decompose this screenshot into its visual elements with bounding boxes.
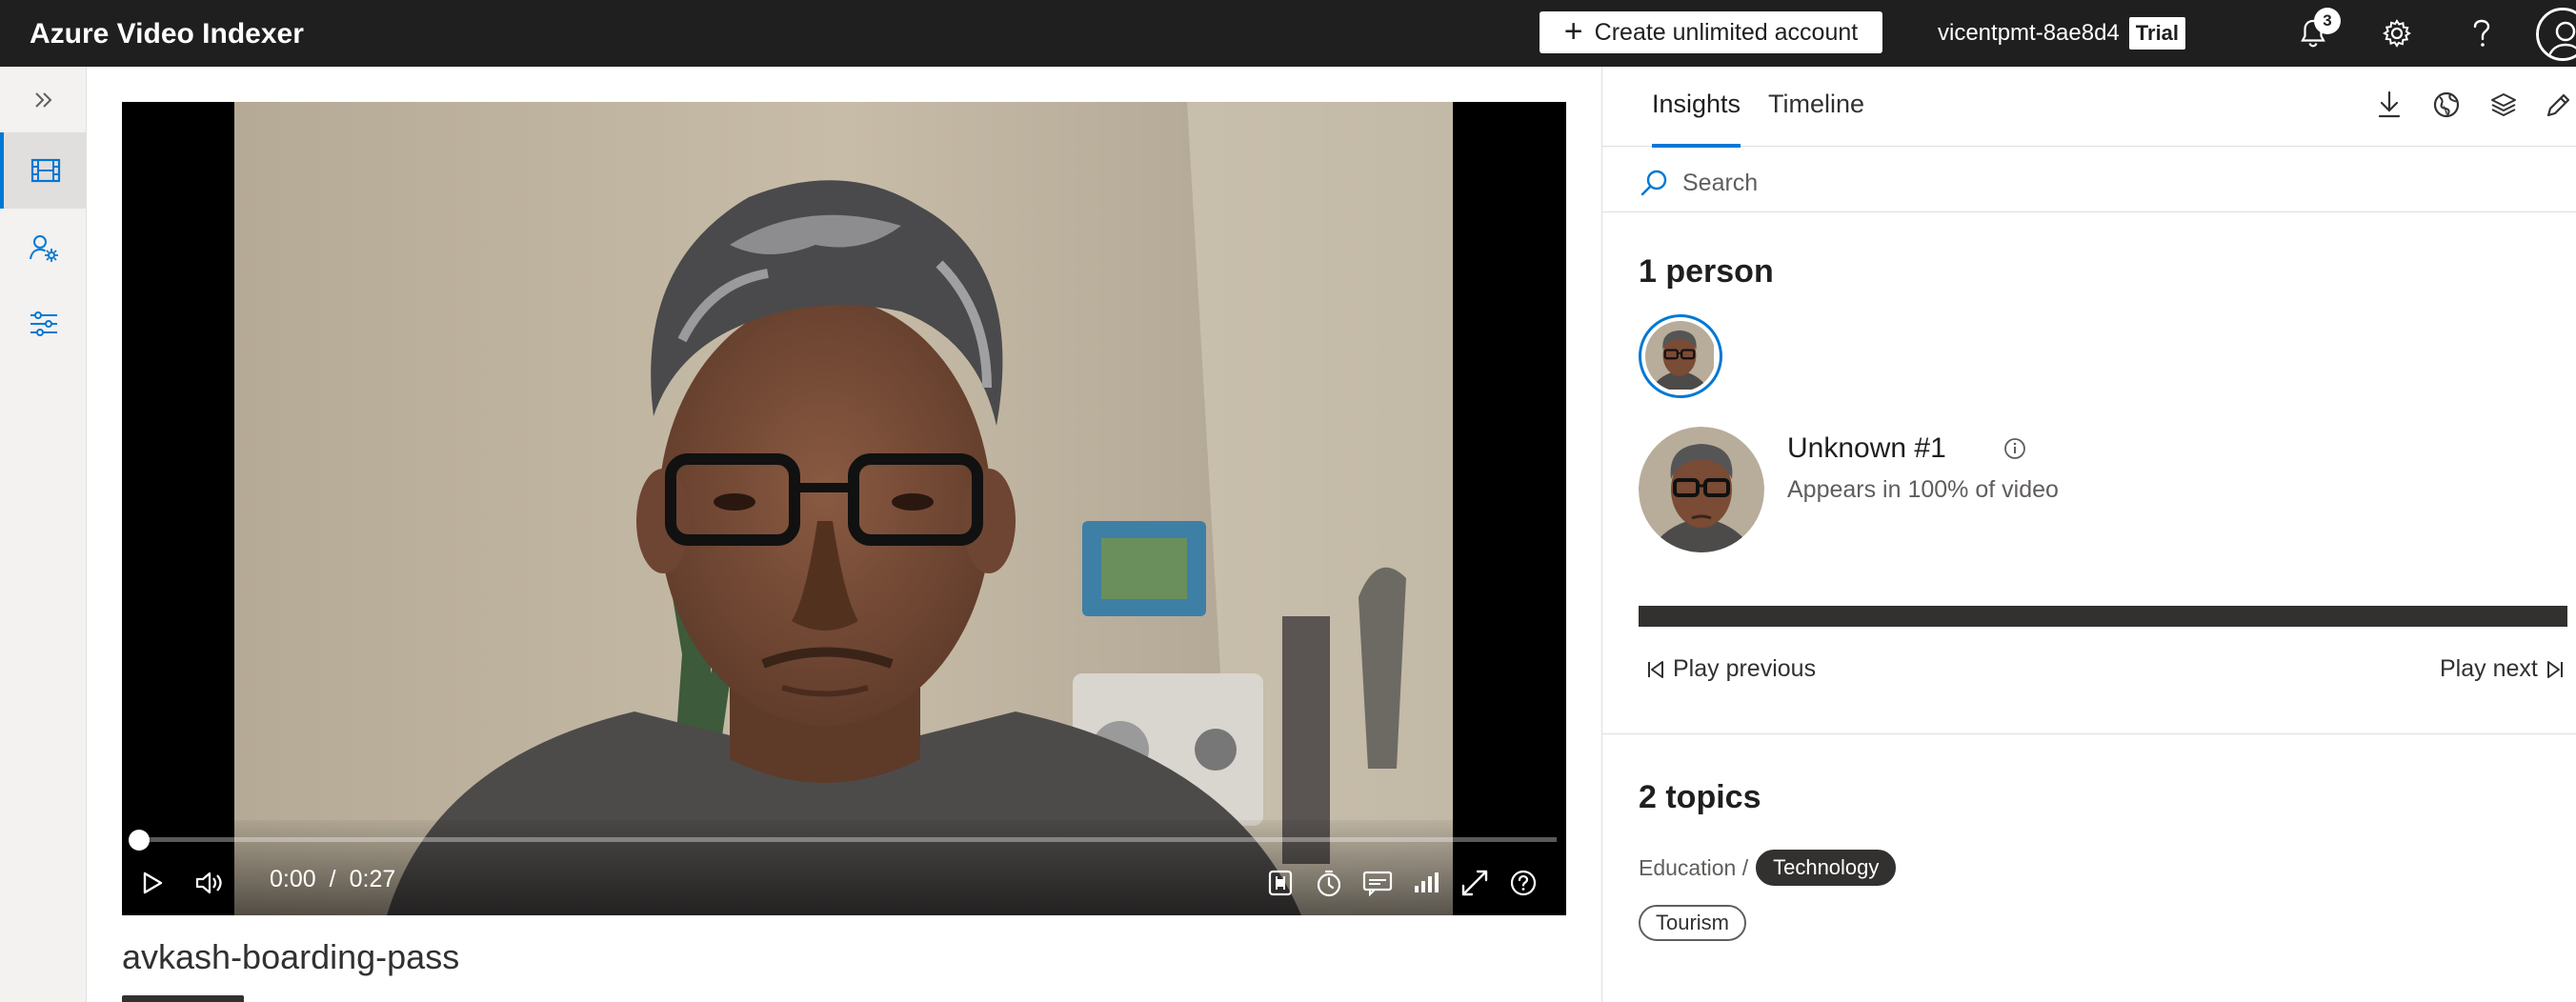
info-icon[interactable]: [2002, 436, 2027, 461]
video-player[interactable]: 0:00 / 0:27: [122, 102, 1566, 915]
person-thumbnail-selected[interactable]: [1639, 314, 1722, 398]
top-bar: Azure Video Indexer + Create unlimited a…: [0, 0, 2576, 67]
play-button[interactable]: [131, 862, 173, 904]
video-frame: [234, 102, 1453, 915]
settings-button[interactable]: [2375, 11, 2419, 55]
person-face-thumbnail[interactable]: [1639, 427, 1764, 552]
expand-nav-button[interactable]: [0, 69, 87, 131]
volume-icon: [194, 870, 225, 896]
edit-icon: [2545, 90, 2573, 119]
appearance-timeline-bar[interactable]: [1639, 606, 2567, 627]
person-appearance: Appears in 100% of video: [1787, 476, 2059, 503]
time-display: 0:00 / 0:27: [270, 866, 395, 893]
search-placeholder: Search: [1682, 169, 1759, 196]
tab-insights[interactable]: Insights: [1652, 90, 1741, 148]
play-next-button[interactable]: Play next: [2440, 655, 2565, 683]
search-icon: [1639, 168, 1669, 198]
download-button[interactable]: [2368, 84, 2410, 126]
tab-timeline[interactable]: Timeline: [1768, 90, 1864, 147]
player-help-button[interactable]: [1502, 862, 1544, 904]
app-title[interactable]: Azure Video Indexer: [30, 0, 304, 67]
fullscreen-icon: [1460, 869, 1489, 897]
play-next-label: Play next: [2440, 655, 2538, 682]
layers-icon: [2489, 91, 2518, 118]
topic-pill-technology[interactable]: Technology: [1756, 850, 1897, 886]
account-info[interactable]: vicentpmt-8ae8d4 Trial: [1938, 0, 2186, 67]
playback-speed-button[interactable]: [1308, 862, 1350, 904]
create-unlimited-account-button[interactable]: + Create unlimited account: [1540, 11, 1882, 53]
language-button[interactable]: [2425, 84, 2467, 126]
fullscreen-button[interactable]: [1454, 862, 1496, 904]
expand-icon: [33, 90, 54, 110]
skip-next-icon: [2546, 659, 2565, 680]
topic-row-2: Tourism: [1639, 905, 1747, 941]
quality-icon: [1413, 872, 1439, 894]
topic-row: Education / Technology: [1639, 850, 1897, 886]
notifications-button[interactable]: 3: [2291, 8, 2341, 55]
profile-avatar[interactable]: [2536, 8, 2576, 61]
timer-icon: [1315, 869, 1343, 897]
sliders-icon: [29, 311, 59, 337]
panel-tabs: Insights Timeline: [1602, 67, 2576, 148]
create-account-label: Create unlimited account: [1594, 18, 1859, 46]
skip-previous-icon: [1646, 659, 1665, 680]
title-tag-bar: [122, 995, 244, 1002]
subtitles-icon: [1362, 870, 1393, 896]
play-previous-label: Play previous: [1673, 655, 1817, 682]
play-icon: [141, 871, 164, 895]
notification-count-badge: 3: [2314, 8, 2341, 34]
sidebar-item-customization[interactable]: [0, 286, 87, 362]
left-nav: [0, 67, 87, 1002]
duration: 0:27: [349, 866, 396, 892]
edit-button[interactable]: [2538, 84, 2576, 126]
time-separator: /: [329, 866, 336, 892]
person-settings-icon: [29, 232, 59, 263]
play-previous-button[interactable]: Play previous: [1646, 655, 1816, 683]
film-icon: [30, 157, 61, 184]
person-name[interactable]: Unknown #1: [1787, 432, 1946, 465]
sidebar-item-people[interactable]: [0, 210, 87, 286]
caption-track-icon: [1267, 869, 1294, 897]
caption-track-button[interactable]: [1259, 862, 1301, 904]
views-button[interactable]: [2483, 84, 2525, 126]
section-divider: [1602, 733, 2576, 734]
plus-icon: +: [1563, 12, 1583, 50]
help-button[interactable]: [2460, 11, 2504, 55]
search-divider: [1602, 211, 2576, 212]
people-heading: 1 person: [1639, 253, 1774, 290]
insights-search[interactable]: Search: [1639, 162, 1758, 204]
gear-icon: [2382, 18, 2412, 49]
seek-handle[interactable]: [129, 830, 150, 851]
player-controls: 0:00 / 0:27: [122, 820, 1566, 915]
seek-bar[interactable]: [129, 830, 1557, 851]
trial-badge: Trial: [2128, 17, 2186, 50]
topic-pill-tourism[interactable]: Tourism: [1639, 905, 1747, 941]
subtitles-button[interactable]: [1357, 862, 1399, 904]
topics-heading: 2 topics: [1639, 779, 1761, 815]
account-name: vicentpmt-8ae8d4: [1938, 20, 2120, 46]
download-icon: [2377, 90, 2402, 119]
topic-parent: Education /: [1639, 854, 1749, 880]
globe-icon: [2432, 90, 2461, 119]
current-time: 0:00: [270, 866, 316, 892]
help-icon: [2469, 18, 2494, 49]
video-title: avkash-boarding-pass: [122, 937, 460, 976]
quality-button[interactable]: [1405, 862, 1447, 904]
sidebar-item-media[interactable]: [0, 132, 87, 209]
volume-button[interactable]: [189, 862, 231, 904]
insights-panel: Insights Timeline Search 1 person Unknow…: [1601, 67, 2576, 1002]
help-circle-icon: [1509, 869, 1538, 897]
